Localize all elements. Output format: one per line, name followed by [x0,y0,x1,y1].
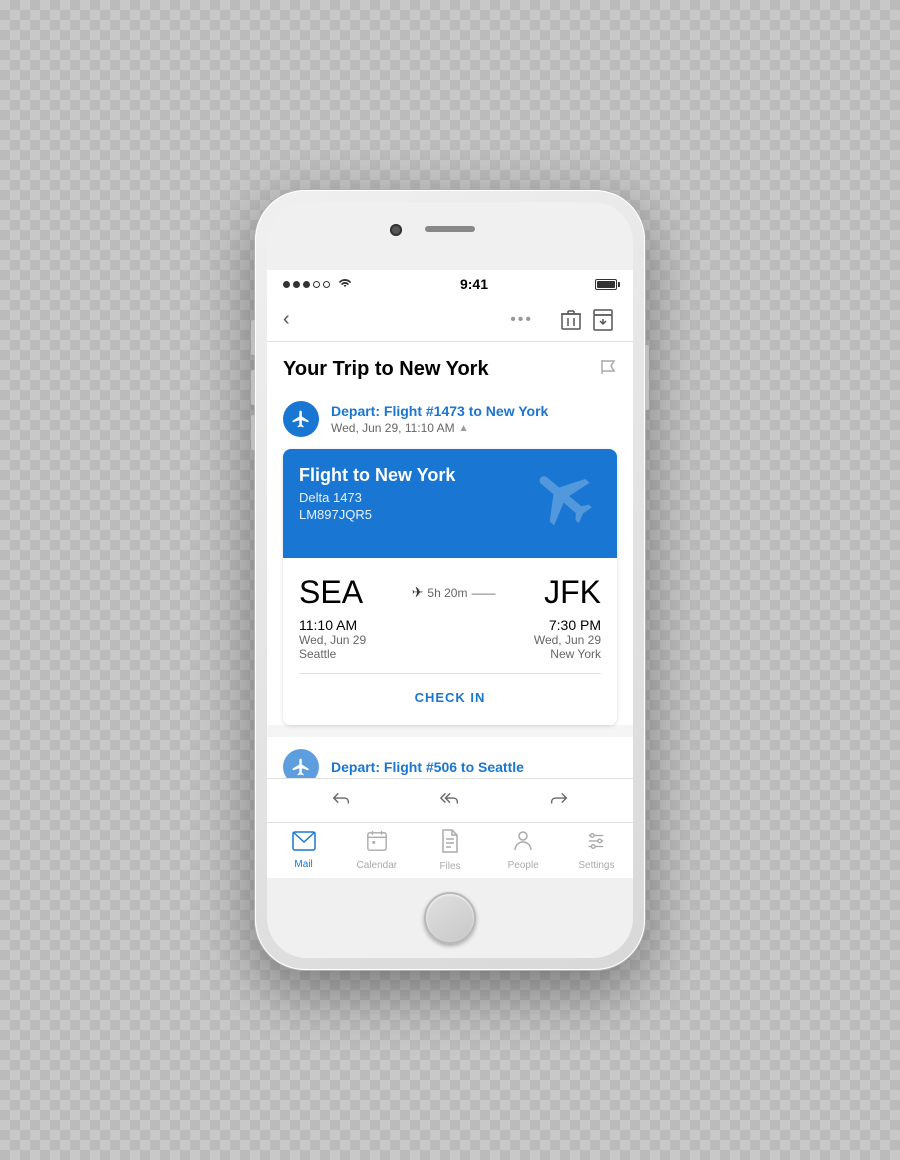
dest-code: JFK [544,574,601,611]
arrive-date: Wed, Jun 29 [534,633,601,647]
flight-card-body: SEA ✈ 5h 20m —— JFK [283,558,617,725]
signal-dot-5 [323,281,330,288]
tab-people[interactable]: People [487,830,560,871]
depart-date: Wed, Jun 29 [299,633,366,647]
action-bar [267,778,633,822]
trip-header: Your Trip to New York [267,342,633,389]
flight-card-title: Flight to New York [299,465,455,486]
route-middle: ✈ 5h 20m —— [371,584,536,601]
people-tab-label: People [508,860,539,871]
battery-fill [597,281,615,288]
status-time: 9:41 [460,276,488,292]
depart-city: Seattle [299,647,366,661]
phone-bottom-bezel [267,878,633,958]
plane-small-icon: ✈ [412,584,424,601]
trip-title: Your Trip to New York [283,358,489,381]
depart-time: 11:10 AM [299,617,366,633]
flight-card-code: LM897JQR5 [299,507,455,522]
tab-mail[interactable]: Mail [267,831,340,870]
signal-dot-3 [303,281,310,288]
flight-card-info: Flight to New York Delta 1473 LM897JQR5 [299,465,455,522]
times-row: 11:10 AM Wed, Jun 29 Seattle 7:30 PM Wed… [299,617,601,661]
tab-files[interactable]: Files [413,829,486,872]
flight-2-title: Depart: Flight #506 to Seattle [331,759,524,775]
reply-button[interactable] [330,787,352,815]
wifi-icon [337,277,353,292]
flight-card: Flight to New York Delta 1473 LM897JQR5 [283,449,617,725]
battery-area [595,279,617,290]
arrive-city: New York [534,647,601,661]
flight-2-header[interactable]: Depart: Flight #506 to Seattle [267,737,633,778]
calendar-icon [366,830,388,858]
phone-device: 9:41 ‹ ••• [255,190,645,970]
tab-bar: Mail Calendar [267,822,633,878]
signal-dot-2 [293,281,300,288]
signal-area [283,277,353,292]
people-icon [511,830,535,858]
flight-1-info: Depart: Flight #1473 to New York Wed, Ju… [331,403,617,435]
phone-screen: 9:41 ‹ ••• [267,270,633,878]
archive-button[interactable] [589,306,617,334]
signal-dot-1 [283,281,290,288]
flight-1-icon [283,401,319,437]
chevron-up-icon: ▲ [459,423,469,434]
forward-button[interactable] [548,787,570,815]
files-tab-label: Files [439,861,460,872]
flight-card-airline: Delta 1473 [299,490,455,505]
front-camera [390,224,402,236]
flight-1-header[interactable]: Depart: Flight #1473 to New York Wed, Ju… [267,389,633,449]
flight-2-icon [283,749,319,778]
back-button[interactable]: ‹ [283,308,290,331]
flag-icon[interactable] [599,358,617,381]
flight-card-header: Flight to New York Delta 1473 LM897JQR5 [283,449,617,558]
origin-code: SEA [299,574,363,611]
depart-block: 11:10 AM Wed, Jun 29 Seattle [299,617,366,661]
mail-tab-label: Mail [294,859,312,870]
flight-1-section: Depart: Flight #1473 to New York Wed, Ju… [267,389,633,725]
signal-dot-4 [313,281,320,288]
tab-settings[interactable]: Settings [560,830,633,871]
phone-speaker [425,226,475,232]
navigation-bar: ‹ ••• [267,298,633,342]
check-in-section: CHECK IN [299,673,601,709]
home-button[interactable] [424,892,476,944]
settings-tab-label: Settings [578,860,614,871]
calendar-tab-label: Calendar [357,860,398,871]
route-row: SEA ✈ 5h 20m —— JFK [299,574,601,611]
status-bar: 9:41 [267,270,633,298]
arrive-block: 7:30 PM Wed, Jun 29 New York [534,617,601,661]
arrive-time: 7:30 PM [534,617,601,633]
plane-watermark-icon [519,451,613,552]
flight-1-title: Depart: Flight #1473 to New York [331,403,617,419]
battery-icon [595,279,617,290]
files-icon [440,829,460,859]
more-options-button[interactable]: ••• [510,311,533,329]
phone-top-bezel [267,202,633,270]
tab-calendar[interactable]: Calendar [340,830,413,871]
delete-button[interactable] [557,306,585,334]
settings-icon [585,830,607,858]
check-in-button[interactable]: CHECK IN [411,686,490,709]
content-area: Your Trip to New York [267,342,633,778]
mail-icon [292,831,316,857]
flight-1-datetime: Wed, Jun 29, 11:10 AM ▲ [331,421,617,435]
reply-all-button[interactable] [439,787,461,815]
route-info: ✈ 5h 20m —— [412,584,496,601]
